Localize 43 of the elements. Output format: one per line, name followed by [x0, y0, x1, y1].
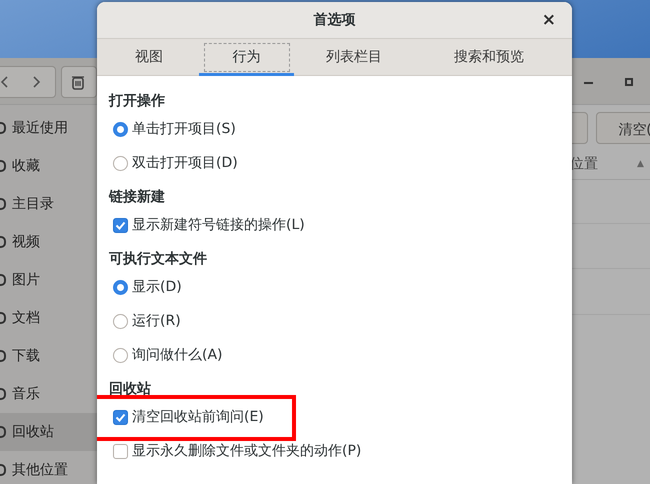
sort-icon: ▲ — [637, 158, 644, 172]
maximize-icon[interactable] — [625, 78, 633, 86]
section-heading: 链接新建 — [109, 188, 166, 206]
dialog-title: 首选项 — [314, 10, 356, 30]
radio-option[interactable]: 询问做什么(A) — [113, 346, 223, 364]
sidebar-label: 主目录 — [12, 194, 54, 214]
sidebar-item[interactable]: 主目录 — [0, 185, 97, 223]
sidebar-item[interactable]: 回收站 — [0, 413, 97, 451]
radio-option[interactable]: 双击打开项目(D) — [113, 154, 238, 172]
close-button[interactable]: × — [540, 8, 558, 34]
checkbox-option[interactable]: 显示永久删除文件或文件夹的动作(P) — [113, 442, 362, 460]
checkbox-option[interactable]: 清空回收站前询问(E) — [113, 408, 264, 426]
checkbox-option[interactable]: 显示新建符号链接的操作(L) — [113, 216, 305, 234]
sidebar-label: 文档 — [12, 308, 40, 328]
tab[interactable]: 搜索和预览 — [414, 39, 564, 75]
sidebar-label: 下载 — [12, 346, 40, 366]
sidebar-label: 收藏 — [12, 156, 40, 176]
back-button[interactable] — [0, 66, 56, 98]
tab[interactable]: 视图 — [99, 39, 199, 75]
sidebar-item[interactable]: 视频 — [0, 223, 97, 261]
radio-option[interactable]: 运行(R) — [113, 312, 181, 330]
sidebar-item[interactable]: 音乐 — [0, 375, 97, 413]
radio-option[interactable]: 显示(D) — [113, 278, 182, 296]
radio-option[interactable]: 单击打开项目(S) — [113, 120, 236, 138]
sidebar-label: 图片 — [12, 270, 40, 290]
sidebar-item[interactable]: 图片 — [0, 261, 97, 299]
sidebar-label: 最近使用 — [12, 118, 68, 138]
back-icon — [0, 76, 8, 88]
forward-icon — [33, 76, 41, 88]
sidebar-item[interactable]: 其他位置 — [0, 451, 97, 484]
sidebar-label: 视频 — [12, 232, 40, 252]
sidebar-item[interactable]: 收藏 — [0, 147, 97, 185]
tab[interactable]: 列表栏目 — [294, 39, 414, 75]
section-heading: 回收站 — [109, 380, 152, 398]
sidebar-item[interactable]: 文档 — [0, 299, 97, 337]
sidebar-label: 回收站 — [12, 422, 54, 442]
sidebar-item[interactable]: 最近使用 — [0, 109, 97, 147]
section-heading: 打开操作 — [109, 92, 166, 110]
sidebar-label: 音乐 — [12, 384, 40, 404]
trash-button[interactable] — [61, 66, 97, 98]
section-heading: 可执行文本文件 — [109, 250, 208, 268]
sidebar-item[interactable]: 下载 — [0, 337, 97, 375]
sidebar-label: 其他位置 — [12, 460, 68, 480]
